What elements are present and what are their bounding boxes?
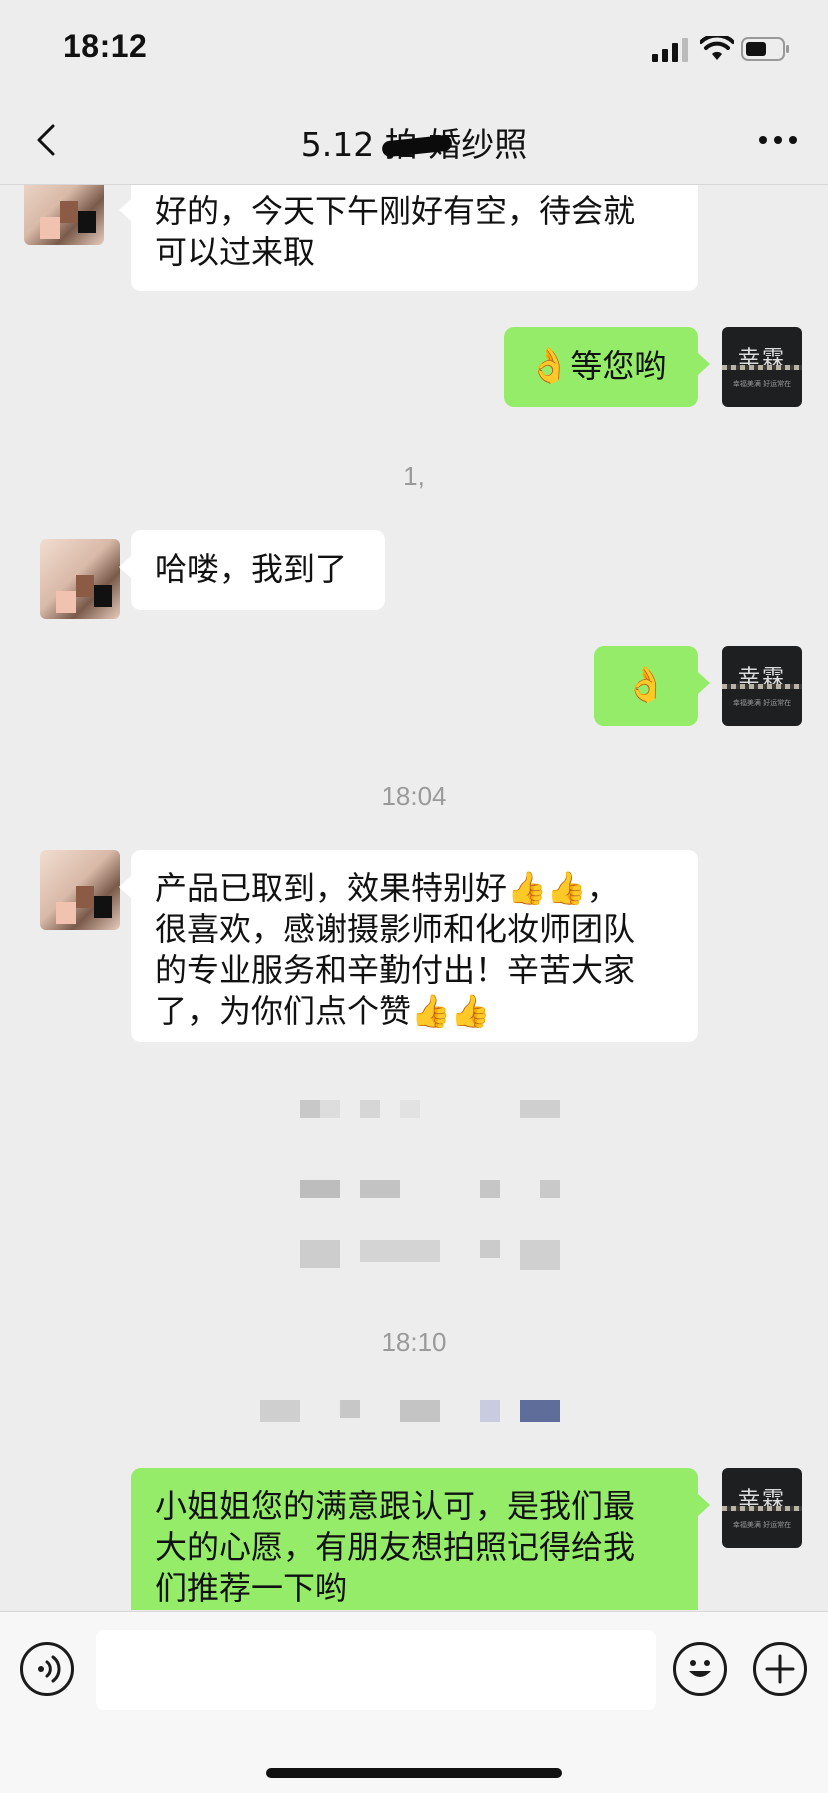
message-list[interactable]: 好的，今天下午刚好有空，待会就 可以过来取 👌等您哟 幸霖 幸福美满 好运常在 … (0, 185, 828, 1610)
studio-logo-subtitle: 幸福美满 好运常在 (732, 1521, 792, 1529)
back-button[interactable] (24, 118, 68, 162)
message-text: 等您哟 (570, 347, 667, 385)
cellular-signal-icon (652, 38, 688, 62)
more-dots-icon (759, 136, 797, 144)
ok-hand-emoji: 👌 (624, 665, 668, 705)
own-avatar[interactable]: 幸霖 幸福美满 好运常在 (722, 646, 802, 726)
message-bubble[interactable]: 👌 (594, 646, 710, 726)
message-bubble[interactable]: 👌等您哟 (504, 327, 710, 407)
contact-avatar[interactable] (40, 539, 120, 619)
message-line: 好的，今天下午刚好有空，待会就 (155, 192, 636, 230)
message-line: 产品已取到，效果特别好👍👍， (155, 869, 619, 907)
message-line: 哈喽，我到了 (155, 550, 348, 588)
home-indicator[interactable] (266, 1768, 562, 1778)
contact-avatar[interactable] (40, 850, 120, 930)
studio-logo-subtitle: 幸福美满 好运常在 (732, 699, 792, 707)
message-line: 小姐姐您的满意跟认可，是我们最 (155, 1487, 636, 1525)
own-avatar[interactable]: 幸霖 幸福美满 好运常在 (722, 327, 802, 407)
message-bubble[interactable]: 哈喽，我到了 (119, 530, 385, 610)
emoji-button[interactable] (673, 1642, 727, 1696)
more-button[interactable] (748, 118, 808, 162)
message-line: 了，为你们点个赞👍👍 (155, 992, 491, 1030)
voice-icon (38, 1655, 61, 1683)
timestamp: 18:10 (381, 1327, 447, 1357)
message-bubble[interactable]: 产品已取到，效果特别好👍👍， 很喜欢，感谢摄影师和化妆师团队 的专业服务和辛勤付… (119, 850, 698, 1042)
smiley-icon (689, 1660, 711, 1677)
wifi-icon (700, 36, 734, 60)
status-bar: 18:12 (0, 0, 828, 100)
timestamp: 1, (403, 461, 425, 491)
ok-hand-emoji: 👌 (528, 346, 571, 386)
message-line: 很喜欢，感谢摄影师和化妆师团队 (155, 910, 636, 948)
message-line: 们推荐一下哟 (155, 1569, 348, 1607)
own-avatar[interactable]: 幸霖 幸福美满 好运常在 (722, 1468, 802, 1548)
message-bubble[interactable]: 好的，今天下午刚好有空，待会就 可以过来取 (119, 185, 698, 291)
plus-icon (765, 1654, 795, 1684)
message-bubble[interactable]: 小姐姐您的满意跟认可，是我们最 大的心愿，有朋友想拍照记得给我 们推荐一下哟 (131, 1468, 710, 1610)
message-line: 可以过来取 (155, 233, 316, 271)
battery-icon (741, 37, 789, 61)
timestamp: 18:04 (381, 781, 447, 811)
message-input[interactable] (96, 1630, 656, 1710)
studio-logo-subtitle: 幸福美满 好运常在 (732, 380, 792, 388)
chat-header: 5.12 拍 婚纱照 (0, 100, 828, 185)
chevron-left-icon (37, 124, 55, 156)
status-time: 18:12 (63, 28, 148, 64)
message-line: 的专业服务和辛勤付出！辛苦大家 (155, 951, 636, 989)
contact-avatar[interactable] (24, 185, 104, 245)
plus-button[interactable] (753, 1642, 807, 1696)
message-line: 大的心愿，有朋友想拍照记得给我 (155, 1528, 636, 1566)
voice-button[interactable] (20, 1642, 74, 1696)
input-toolbar (0, 1611, 828, 1793)
